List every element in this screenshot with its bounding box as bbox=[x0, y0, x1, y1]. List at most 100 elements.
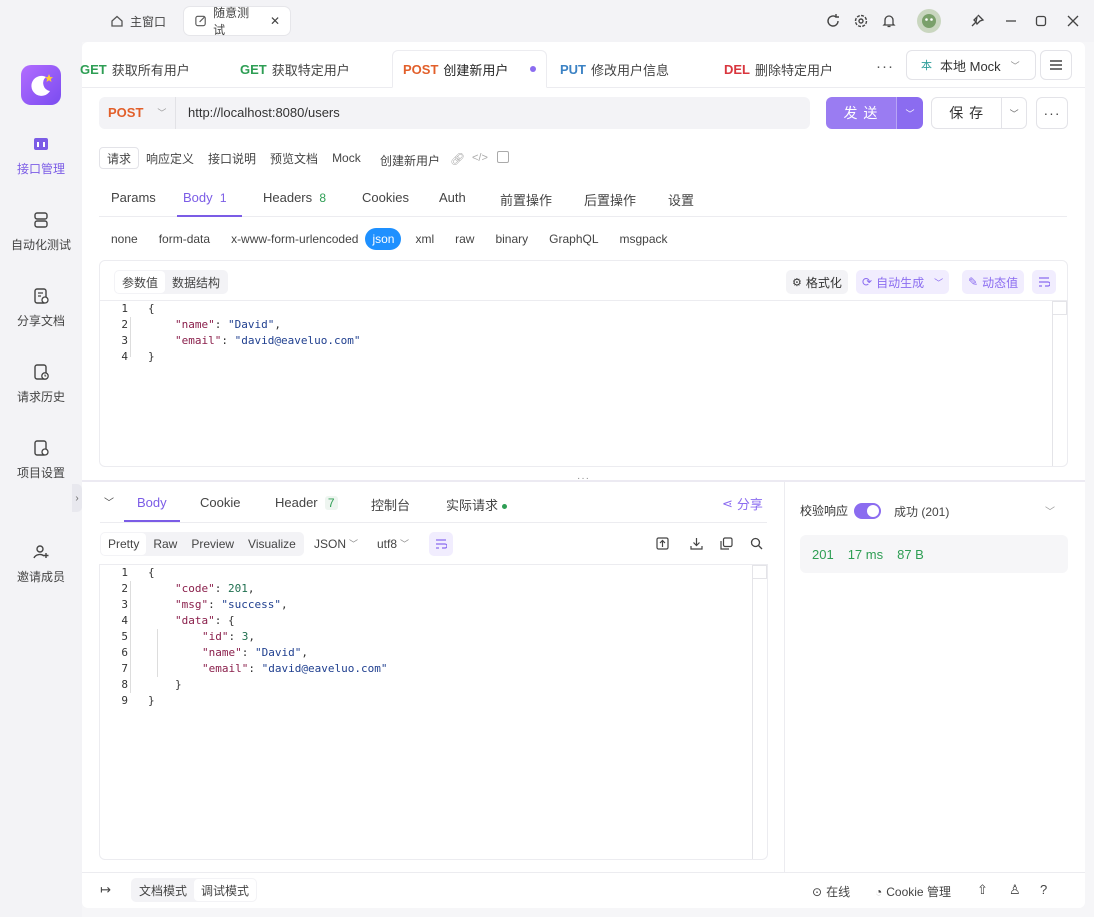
environment-select[interactable]: 本 本地 Mock ﹀ bbox=[906, 50, 1036, 80]
tab-auth[interactable]: Auth bbox=[439, 190, 466, 205]
validate-toggle[interactable]: 校验响应 bbox=[800, 502, 882, 519]
request-tab-create[interactable]: POST 创建新用户 bbox=[392, 50, 547, 88]
request-tab-update[interactable]: PUT 修改用户信息 bbox=[550, 50, 679, 88]
url-input[interactable]: http://localhost:8080/users bbox=[188, 105, 340, 120]
link-icon[interactable]: 🔗︎ bbox=[450, 152, 465, 166]
body-type-graphql[interactable]: GraphQL bbox=[542, 228, 605, 250]
encoding-select[interactable]: utf8 ﹀ bbox=[377, 537, 409, 551]
method-select[interactable]: POST ﹀ bbox=[108, 105, 166, 120]
cookie-manager[interactable]: ◔ Cookie 管理 bbox=[875, 883, 951, 900]
collapse-panel-icon[interactable]: ↦ bbox=[100, 882, 111, 898]
window-close-icon[interactable] bbox=[1063, 11, 1083, 31]
tab-pre-ops[interactable]: 前置操作 bbox=[500, 190, 552, 209]
body-type-json[interactable]: json bbox=[365, 228, 402, 250]
expand-sidebar-handle[interactable]: › bbox=[72, 484, 82, 512]
request-tab-delete[interactable]: DEL 删除特定用户 bbox=[714, 50, 843, 88]
minimize-icon[interactable] bbox=[1001, 11, 1021, 31]
tab-headers[interactable]: Headers 8 bbox=[263, 190, 326, 205]
format-button[interactable]: ⚙︎ 格式化 bbox=[786, 270, 848, 294]
body-type-raw[interactable]: raw bbox=[448, 228, 481, 250]
subtab-mock[interactable]: Mock bbox=[325, 147, 368, 169]
subtab-response-def[interactable]: 响应定义 bbox=[139, 147, 201, 169]
body-type-msgpack[interactable]: msgpack bbox=[613, 228, 675, 250]
sidebar-item-invite[interactable]: 邀请成员 bbox=[0, 542, 82, 585]
request-tab-get-all[interactable]: GET 获取所有用户 bbox=[70, 50, 200, 88]
chevron-down-icon[interactable]: ﹀ bbox=[1045, 503, 1055, 518]
view-preview[interactable]: Preview bbox=[184, 533, 241, 555]
tab-cookies[interactable]: Cookies bbox=[362, 190, 409, 205]
copy-icon[interactable] bbox=[720, 537, 733, 553]
expand-icon[interactable] bbox=[656, 537, 669, 553]
menu-icon[interactable] bbox=[1040, 50, 1072, 80]
window-tab-test[interactable]: 随意测试 ✕ bbox=[184, 6, 290, 37]
view-raw[interactable]: Raw bbox=[146, 533, 184, 555]
tab-body[interactable]: Body 1 bbox=[183, 190, 227, 205]
sidebar-item-history[interactable]: 请求历史 bbox=[0, 362, 82, 405]
subtab-preview[interactable]: 预览文档 bbox=[263, 147, 325, 169]
shirt-icon[interactable]: ♙ bbox=[1009, 882, 1021, 898]
scrollbar-track[interactable] bbox=[752, 565, 753, 859]
request-tab-get-one[interactable]: GET 获取特定用户 bbox=[230, 50, 360, 88]
view-visualize[interactable]: Visualize bbox=[241, 533, 303, 555]
tab-post-ops[interactable]: 后置操作 bbox=[584, 190, 636, 209]
request-code[interactable]: 1{ 2 "name": "David", 3 "email": "david@ea… bbox=[100, 301, 1050, 371]
tab-param-values[interactable]: 参数值 bbox=[115, 271, 166, 293]
scrollbar-track[interactable] bbox=[1052, 301, 1053, 466]
subtab-request[interactable]: 请求 bbox=[99, 147, 140, 169]
dynamic-value-button[interactable]: ✎ 动态值 bbox=[962, 270, 1025, 294]
format-select[interactable]: JSON ﹀ bbox=[314, 537, 358, 551]
code-icon[interactable]: </> bbox=[472, 152, 488, 164]
more-options-button[interactable]: ··· bbox=[1036, 97, 1068, 129]
collapse-icon[interactable]: ﹀ bbox=[104, 494, 114, 509]
toggle-switch[interactable] bbox=[854, 502, 882, 519]
body-type-xml[interactable]: xml bbox=[408, 228, 441, 250]
sidebar-item-automation[interactable]: 自动化测试 bbox=[0, 210, 82, 253]
view-pretty[interactable]: Pretty bbox=[101, 533, 147, 555]
response-tab-cookie[interactable]: Cookie bbox=[200, 495, 240, 510]
more-tabs-icon[interactable]: ··· bbox=[876, 58, 894, 75]
drag-handle-icon[interactable]: ··· bbox=[577, 473, 590, 484]
help-icon[interactable]: ? bbox=[1040, 882, 1047, 897]
upload-icon[interactable]: ⇧ bbox=[977, 882, 988, 898]
share-button[interactable]: ⋖ 分享 bbox=[722, 494, 763, 513]
sidebar-item-share-doc[interactable]: 分享文档 bbox=[0, 286, 82, 329]
debug-mode-button[interactable]: 调试模式 bbox=[194, 879, 257, 901]
tab-params[interactable]: Params bbox=[111, 190, 156, 205]
send-options-button[interactable]: ﹀ bbox=[896, 97, 923, 129]
wrap-icon[interactable] bbox=[429, 532, 453, 556]
tab-settings[interactable]: 设置 bbox=[668, 190, 694, 209]
autogen-button[interactable]: ⟳ 自动生成 ﹀ bbox=[856, 270, 950, 294]
response-tab-body[interactable]: Body bbox=[137, 495, 167, 510]
bell-icon[interactable] bbox=[879, 11, 899, 31]
body-type-urlencoded[interactable]: x-www-form-urlencoded bbox=[224, 228, 365, 250]
download-icon[interactable] bbox=[690, 537, 703, 553]
subtab-description[interactable]: 接口说明 bbox=[201, 147, 263, 169]
sidebar-item-settings[interactable]: 项目设置 bbox=[0, 438, 82, 481]
close-icon[interactable]: ✕ bbox=[270, 14, 280, 28]
sidebar-item-api[interactable]: 接口管理 bbox=[0, 134, 82, 177]
response-tab-actual-request[interactable]: 实际请求 bbox=[446, 495, 508, 514]
refresh-icon[interactable] bbox=[823, 11, 843, 31]
search-icon[interactable] bbox=[750, 537, 763, 553]
scrollbar[interactable] bbox=[1052, 301, 1067, 315]
response-code[interactable]: 1{ 2 "code": 201, 3 "msg": "success", 4 "da… bbox=[100, 565, 750, 715]
wrap-icon[interactable] bbox=[1032, 270, 1056, 294]
body-type-form-data[interactable]: form-data bbox=[152, 228, 217, 250]
maximize-icon[interactable] bbox=[1031, 11, 1051, 31]
body-type-binary[interactable]: binary bbox=[488, 228, 535, 250]
window-tab-main[interactable]: 主窗口 bbox=[100, 7, 176, 35]
tab-data-structure[interactable]: 数据结构 bbox=[165, 271, 227, 293]
body-type-none[interactable]: none bbox=[104, 228, 145, 250]
save-button[interactable]: 保 存 ﹀ bbox=[931, 97, 1027, 129]
gear-icon[interactable] bbox=[851, 11, 871, 31]
response-tab-header[interactable]: Header 7 bbox=[275, 495, 338, 510]
online-status[interactable]: ⊙ 在线 bbox=[812, 883, 850, 900]
chevron-down-icon: ﹀ bbox=[349, 539, 359, 549]
response-tab-console[interactable]: 控制台 bbox=[371, 495, 410, 514]
send-button[interactable]: 发 送 bbox=[826, 97, 896, 129]
doc-mode-button[interactable]: 文档模式 bbox=[132, 879, 194, 901]
layout-icon[interactable] bbox=[497, 151, 509, 163]
pin-icon[interactable] bbox=[967, 11, 987, 31]
avatar[interactable] bbox=[917, 9, 941, 33]
scrollbar[interactable] bbox=[752, 565, 767, 579]
